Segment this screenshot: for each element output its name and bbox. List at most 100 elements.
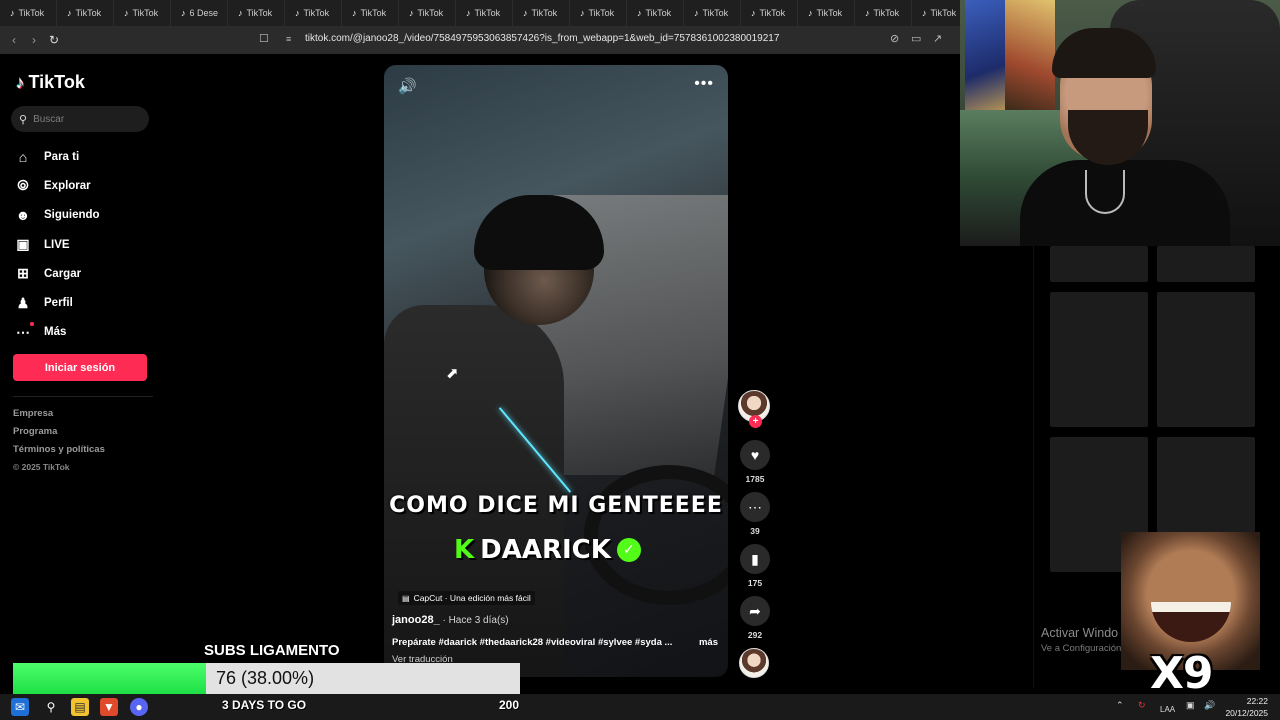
video-options-icon[interactable]: ••• xyxy=(694,75,714,93)
browser-tab[interactable]: ♪ TikTok xyxy=(912,0,960,26)
video-card-placeholder[interactable] xyxy=(1050,292,1148,427)
author-name[interactable]: janoo28_ xyxy=(392,614,440,626)
browser-tab-label: 6 Dese xyxy=(189,8,219,18)
browser-tab[interactable]: ♪ TikTok xyxy=(513,0,570,26)
outlook-icon[interactable]: ✉ xyxy=(11,698,29,716)
browser-tab-label: TikTok xyxy=(873,8,900,18)
caption-name: DAARICK xyxy=(480,535,611,565)
brave-browser-icon[interactable]: ▼ xyxy=(100,698,118,716)
nav-label: Para ti xyxy=(44,150,80,163)
browser-tab[interactable]: ♪ TikTok xyxy=(57,0,114,26)
video-card-placeholder[interactable] xyxy=(1050,246,1148,282)
browser-tab[interactable]: ♪ TikTok xyxy=(0,0,57,26)
tray-sync-icon[interactable]: ↻ xyxy=(1138,700,1146,711)
subs-goal-target: 200 xyxy=(499,698,520,712)
block-icon[interactable]: ⊘ xyxy=(890,32,899,45)
network-icon[interactable]: ▣ xyxy=(1186,700,1195,711)
browser-tab[interactable]: ♪ TikTok xyxy=(855,0,912,26)
file-explorer-icon[interactable]: ▤ xyxy=(71,698,89,716)
comment-action[interactable]: ⋯ 39 xyxy=(739,492,771,536)
site-info-icon[interactable]: ≡ xyxy=(286,34,291,44)
capcut-icon: ▤ xyxy=(402,593,410,603)
comment-icon[interactable]: ⋯ xyxy=(740,492,770,522)
nav-item-live[interactable]: ▣ LIVE xyxy=(14,230,100,259)
share-count: 292 xyxy=(747,630,763,640)
search-icon[interactable]: ⚲ xyxy=(42,698,60,716)
nav-item-explorar[interactable]: ⦾ Explorar xyxy=(14,171,100,200)
browser-tab[interactable]: ♪ TikTok xyxy=(228,0,285,26)
back-icon[interactable]: ‹ xyxy=(4,30,24,50)
browser-tab-label: TikTok xyxy=(531,8,558,18)
nav-label: LIVE xyxy=(44,238,70,251)
heart-icon[interactable]: ♥ xyxy=(740,440,770,470)
sound-avatar[interactable] xyxy=(739,648,769,678)
browser-tab[interactable]: ♪ TikTok xyxy=(399,0,456,26)
share-action[interactable]: ➦ 292 xyxy=(739,596,771,640)
browser-tab[interactable]: ♪ TikTok xyxy=(285,0,342,26)
login-button[interactable]: Iniciar sesión xyxy=(13,354,147,381)
follow-plus-icon[interactable]: + xyxy=(749,415,762,428)
browser-tab[interactable]: ♪ TikTok xyxy=(741,0,798,26)
browser-tab[interactable]: ♪ TikTok xyxy=(456,0,513,26)
like-action[interactable]: ♥ 1785 xyxy=(739,440,771,484)
subs-goal-days-left: 3 DAYS TO GO xyxy=(222,698,307,712)
mouse-cursor-icon: ⬈ xyxy=(446,365,459,382)
video-player[interactable]: 🔊 ••• COMO DICE MI GENTEEEE K DAARICK ✓ … xyxy=(384,65,728,677)
footer-link-terms[interactable]: Términos y políticas xyxy=(13,444,105,462)
footer-link-program[interactable]: Programa xyxy=(13,426,105,444)
save-action[interactable]: ▮ 175 xyxy=(739,544,771,588)
system-clock[interactable]: 22:22 20/12/2025 xyxy=(1225,694,1268,719)
nav-item-siguiendo[interactable]: ☻ Siguiendo xyxy=(14,201,100,230)
webcam-overlay xyxy=(960,0,1280,246)
live-icon: ▣ xyxy=(16,236,30,253)
tiktok-favicon-icon: ♪ xyxy=(865,8,870,18)
creator-avatar[interactable]: + xyxy=(738,390,770,428)
search-input[interactable] xyxy=(33,113,134,125)
upload-icon: ⊞ xyxy=(17,265,29,282)
description-more-link[interactable]: más xyxy=(699,637,718,648)
browser-tab-strip: ♪ TikTok ♪ TikTok ♪ TikTok ♪ 6 Dese ♪ TikTok ♪ TikT… xyxy=(0,0,960,26)
subs-goal-value: 76 (38.00%) xyxy=(216,668,315,688)
capcut-badge[interactable]: ▤ CapCut · Una edición más fácil xyxy=(398,591,535,605)
browser-tab-label: TikTok xyxy=(132,8,159,18)
browser-tab[interactable]: ♪ TikTok xyxy=(627,0,684,26)
tiktok-favicon-icon: ♪ xyxy=(124,8,129,18)
comment-count: 39 xyxy=(750,526,760,536)
nav-label: Perfil xyxy=(44,297,73,310)
reload-icon[interactable]: ↻ xyxy=(44,30,64,50)
clock-time: 22:22 xyxy=(1246,696,1268,706)
home-icon: ⌂ xyxy=(18,148,28,165)
brand-name: TikTok xyxy=(28,72,85,92)
tiktok-favicon-icon: ♪ xyxy=(409,8,414,18)
browser-tab[interactable]: ♪ TikTok xyxy=(570,0,627,26)
volume-tray-icon[interactable]: 🔊 xyxy=(1204,700,1215,711)
tiktok-favicon-icon: ♪ xyxy=(523,8,528,18)
screen-icon[interactable]: ▭ xyxy=(911,32,921,45)
forward-icon[interactable]: › xyxy=(24,30,44,50)
url-text[interactable]: tiktok.com/@janoo28_/video/7584975953063… xyxy=(305,33,779,44)
bookmark-icon[interactable]: ▮ xyxy=(740,544,770,574)
language-indicator[interactable]: LAA xyxy=(1160,705,1175,714)
post-time: · Hace 3 día(s) xyxy=(439,615,509,626)
tiktok-favicon-icon: ♪ xyxy=(637,8,642,18)
tray-chevron-icon[interactable]: ⌃ xyxy=(1116,700,1124,711)
browser-tab[interactable]: ♪ TikTok xyxy=(114,0,171,26)
browser-tab[interactable]: ♪ TikTok xyxy=(342,0,399,26)
share-arrow-icon[interactable]: ➦ xyxy=(740,596,770,626)
nav-item-cargar[interactable]: ⊞ Cargar xyxy=(14,259,100,288)
video-card-placeholder[interactable] xyxy=(1157,246,1255,282)
tiktok-logo[interactable]: ♪ TikTok xyxy=(16,72,85,93)
browser-tab[interactable]: ♪ TikTok xyxy=(684,0,741,26)
browser-tab[interactable]: ♪ 6 Dese xyxy=(171,0,228,26)
footer-link-company[interactable]: Empresa xyxy=(13,408,105,426)
volume-icon[interactable]: 🔊 xyxy=(398,77,417,95)
nav-item-para-ti[interactable]: ⌂ Para ti xyxy=(14,142,100,171)
browser-tab[interactable]: ♪ TikTok xyxy=(798,0,855,26)
share-icon[interactable]: ↗ xyxy=(933,32,942,45)
search-box[interactable]: ⚲ xyxy=(11,106,149,132)
discord-icon[interactable]: ● xyxy=(130,698,148,716)
bookmark-icon[interactable]: ☐ xyxy=(259,32,269,45)
nav-item-mas[interactable]: ⋯ Más xyxy=(14,318,100,347)
video-card-placeholder[interactable] xyxy=(1157,292,1255,427)
nav-item-perfil[interactable]: ♟ Perfil xyxy=(14,288,100,317)
